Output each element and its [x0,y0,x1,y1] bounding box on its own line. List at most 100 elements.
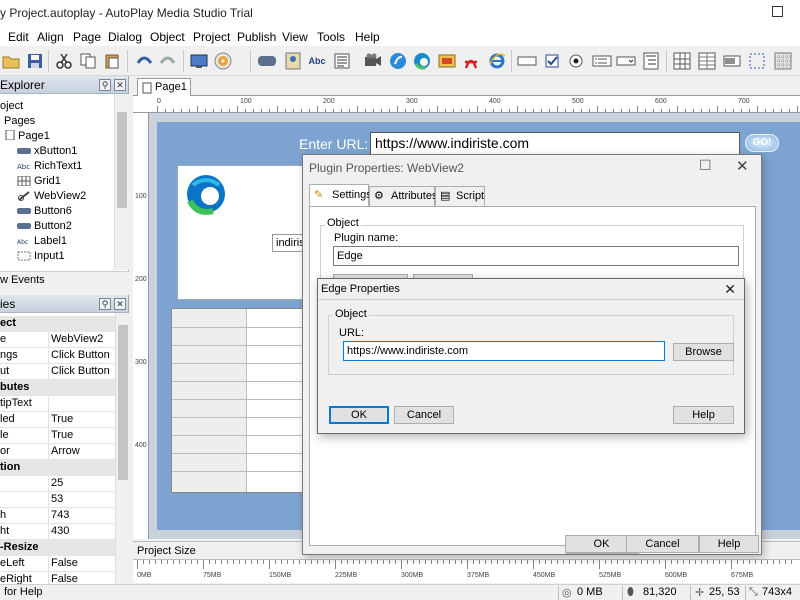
tree-item-pages[interactable]: Pages [4,115,35,127]
grid-layout-icon[interactable] [696,50,718,72]
tab-page1[interactable]: Page1 [137,78,191,96]
explorer-scrollbar[interactable] [114,94,129,270]
property-key: e [0,333,7,345]
tree-item-project[interactable]: oject [0,100,23,112]
plugin-help-button[interactable]: Help [699,535,759,553]
menu-align[interactable]: Align [37,30,64,44]
redo-icon[interactable] [157,50,179,72]
scroll-thumb[interactable] [117,112,127,208]
property-row[interactable]: tipText [0,396,115,412]
progress-icon[interactable] [721,50,743,72]
property-row[interactable]: ut Click Button [0,364,115,380]
flash-icon[interactable] [387,50,409,72]
title-bar: y Project.autoplay - AutoPlay Media Stud… [0,0,800,28]
edge-ok-button[interactable]: OK [329,406,389,424]
property-category[interactable]: -Resize [0,540,115,556]
url-input-object[interactable]: https://www.indiriste.com [370,132,740,156]
pin-icon[interactable]: ⚲ [99,79,111,91]
property-value: WebView2 [51,333,104,345]
menu-help[interactable]: Help [355,30,380,44]
browse-button[interactable]: Browse [673,343,734,361]
listbox-icon[interactable] [591,50,613,72]
edge-icon[interactable] [411,50,433,72]
input-icon[interactable] [516,50,538,72]
tree-item-label1[interactable]: Label1 [34,235,67,247]
undo-icon[interactable] [133,50,155,72]
plugin-name-field[interactable]: Edge [333,246,739,266]
webview-object[interactable] [177,165,307,300]
property-category[interactable]: ect [0,316,115,332]
tree-item-page1[interactable]: Page1 [18,130,50,142]
tree-item-webview2[interactable]: WebView2 [34,190,86,202]
menu-project[interactable]: Project [193,30,230,44]
build-cd-icon[interactable] [212,50,234,72]
tab-script[interactable]: ▤ Script [435,186,485,206]
edge-help-button[interactable]: Help [673,406,734,424]
tree-item-grid1[interactable]: Grid1 [34,175,61,187]
tree-item-input1[interactable]: Input1 [34,250,65,262]
radio-icon[interactable] [565,50,587,72]
property-row[interactable]: e WebView2 [0,332,115,348]
label-text-icon[interactable]: Abc [306,50,328,72]
tab-attributes[interactable]: ⚙ Attributes [369,186,437,206]
url-field[interactable]: https://www.indiriste.com [343,341,665,361]
close-icon[interactable]: ✕ [724,281,736,298]
property-category[interactable]: tion [0,460,115,476]
button-object-icon[interactable] [256,50,278,72]
cut-icon[interactable] [53,50,75,72]
menu-page[interactable]: Page [73,30,101,44]
paragraph-icon[interactable] [331,50,353,72]
tab-settings[interactable]: ✎ Settings [309,184,372,206]
tree-item-button6[interactable]: Button6 [34,205,72,217]
menu-edit[interactable]: Edit [8,30,29,44]
grid-object[interactable] [171,308,303,493]
checkbox-icon[interactable] [541,50,563,72]
property-row[interactable]: eLeft False [0,556,115,572]
properties-scrollbar[interactable] [115,313,129,585]
show-grid-icon[interactable] [772,50,794,72]
paste-icon[interactable] [101,50,123,72]
property-row[interactable]: or Arrow [0,444,115,460]
pin-icon[interactable]: ⚲ [99,298,111,310]
plugin-cancel-button[interactable]: Cancel [626,535,699,553]
property-row[interactable]: 53 [0,492,115,508]
property-row[interactable]: le True [0,428,115,444]
tree-icon[interactable] [640,50,662,72]
video-icon[interactable] [362,50,384,72]
grid-icon[interactable] [671,50,693,72]
close-icon[interactable]: ✕ [736,157,749,175]
open-folder-icon[interactable] [0,50,22,72]
menu-dialog[interactable]: Dialog [108,30,142,44]
menu-tools[interactable]: Tools [317,30,345,44]
page-icon [142,82,152,94]
menu-publish[interactable]: Publish [237,30,276,44]
close-icon[interactable]: ✕ [114,298,126,310]
combobox-icon[interactable] [615,50,637,72]
copy-icon[interactable] [77,50,99,72]
menu-view[interactable]: View [282,30,308,44]
preview-icon[interactable] [188,50,210,72]
close-icon[interactable]: ✕ [114,79,126,91]
edge-cancel-button[interactable]: Cancel [394,406,454,424]
maximize-button[interactable] [772,6,783,17]
property-row[interactable]: ngs Click Button [0,348,115,364]
tree-item-button2[interactable]: Button2 [34,220,72,232]
property-row[interactable]: led True [0,412,115,428]
tree-item-xbutton1[interactable]: xButton1 [34,145,77,157]
image-object-icon[interactable] [282,50,304,72]
view-events-tab[interactable]: w Events [0,271,129,289]
menu-object[interactable]: Object [150,30,185,44]
tree-item-richtext1[interactable]: RichText1 [34,160,82,172]
slideshow-icon[interactable] [436,50,458,72]
property-category[interactable]: butes [0,380,115,396]
snap-grid-icon[interactable] [746,50,768,72]
property-row[interactable]: 25 [0,476,115,492]
property-row[interactable]: ht 430 [0,524,115,540]
property-row[interactable]: h 743 [0,508,115,524]
ie-icon[interactable] [486,50,508,72]
save-icon[interactable] [24,50,46,72]
go-button[interactable]: GO! [745,134,779,152]
scroll-thumb[interactable] [118,325,128,480]
pdf-icon[interactable] [460,50,482,72]
maximize-icon[interactable]: ☐ [699,157,712,174]
